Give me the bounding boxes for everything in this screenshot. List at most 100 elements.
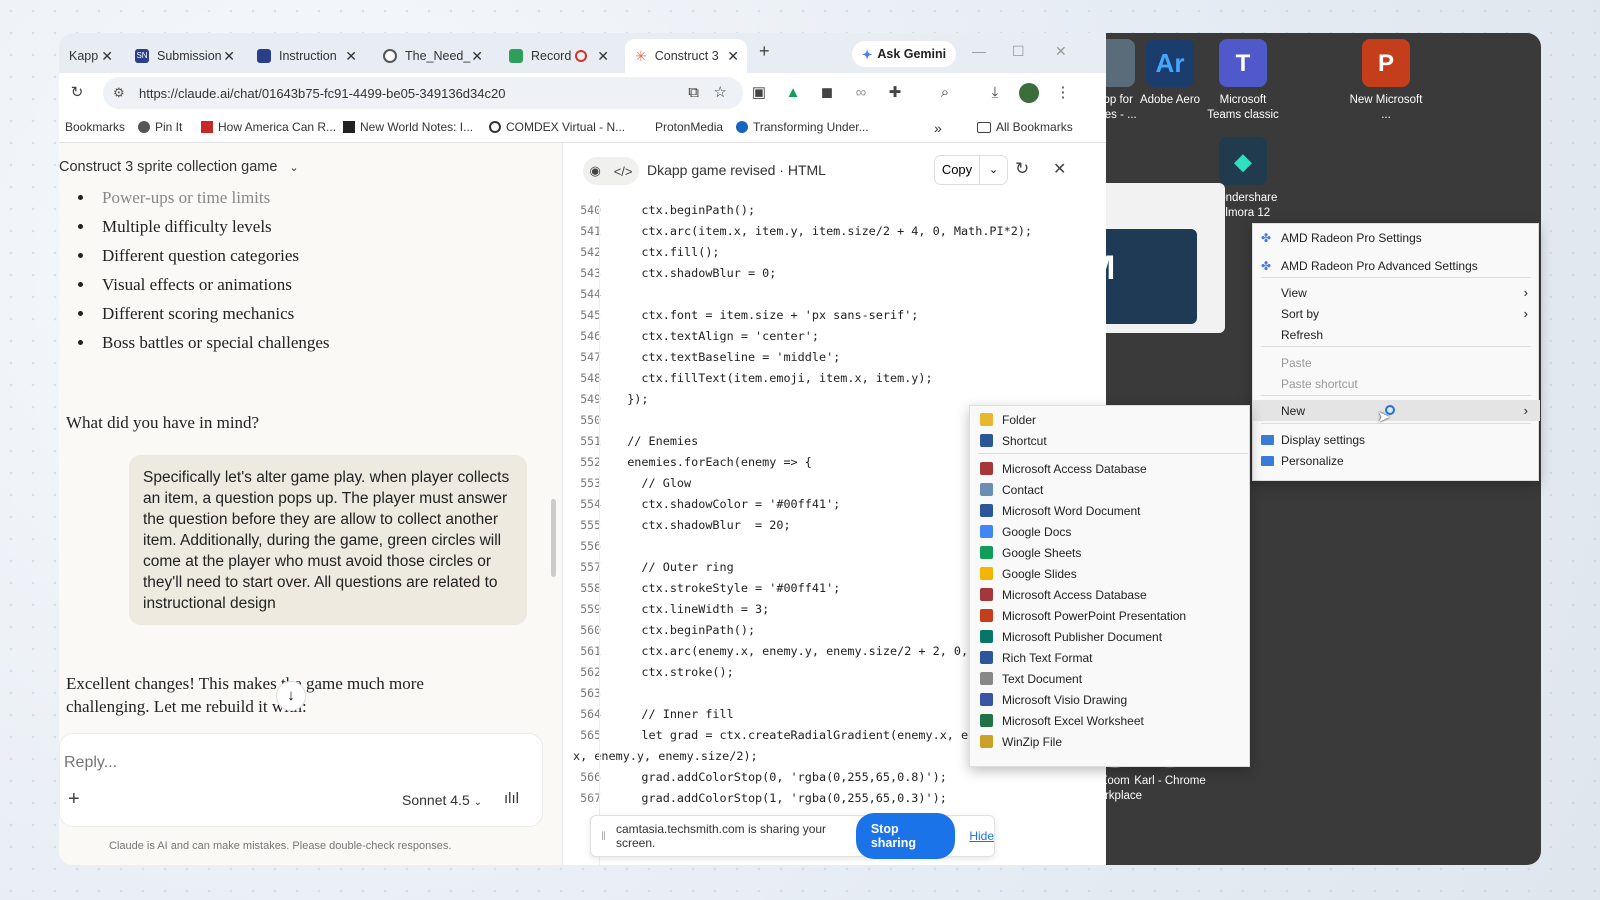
bookmark-icon — [343, 121, 355, 133]
menu-item-paste-shortcut[interactable]: Paste shortcut — [1253, 373, 1540, 394]
submenu-item[interactable]: Google Sheets — [970, 542, 1251, 563]
bookmark-item[interactable]: New World Notes: I... — [343, 120, 473, 134]
hide-button[interactable]: Hide — [969, 829, 994, 843]
bookmark-item[interactable]: ProtonMedia — [655, 120, 723, 134]
submenu-item[interactable]: Microsoft Publisher Document — [970, 626, 1251, 647]
submenu-item[interactable]: Microsoft Word Document — [970, 500, 1251, 521]
close-icon[interactable]: ✕ — [345, 48, 357, 65]
download-icon[interactable]: ⤓ — [985, 83, 1005, 103]
tab-submission[interactable]: SN Submission ✕ — [125, 39, 243, 73]
address-bar[interactable]: ⚙ https://claude.ai/chat/01643b75-fc91-4… — [103, 77, 743, 109]
extension-icon[interactable]: ∞ — [851, 83, 871, 103]
submenu-label: Microsoft Word Document — [1002, 503, 1141, 518]
menu-item-paste[interactable]: Paste — [1253, 352, 1540, 373]
close-window-button[interactable]: ✕ — [1055, 43, 1067, 60]
view-toggle[interactable]: ◉ </> — [583, 157, 639, 185]
folder-icon — [977, 121, 991, 133]
submenu-item[interactable]: Rich Text Format — [970, 647, 1251, 668]
submenu-item[interactable]: Microsoft Visio Drawing — [970, 689, 1251, 710]
close-icon[interactable]: ✕ — [101, 48, 113, 65]
ask-gemini-button[interactable]: ✦ Ask Gemini — [852, 41, 956, 67]
disclaimer: Claude is AI and can make mistakes. Plea… — [109, 840, 452, 852]
add-attachment-icon[interactable]: + — [68, 788, 80, 811]
extension-icon[interactable]: ▣ — [749, 83, 769, 103]
drag-handle-icon[interactable]: ‖ — [601, 829, 606, 843]
tab-instruction[interactable]: Instruction ✕ — [247, 39, 365, 73]
submenu-item[interactable]: Microsoft Excel Worksheet — [970, 710, 1251, 731]
close-icon[interactable]: ✕ — [471, 48, 483, 65]
submenu-item[interactable]: Contact — [970, 479, 1251, 500]
desktop-icon-new-powerpoint[interactable]: P New Microsoft ... — [1346, 39, 1426, 123]
scrollbar[interactable] — [551, 499, 556, 577]
chevron-down-icon[interactable]: ⌄ — [980, 156, 1007, 184]
close-icon[interactable]: ✕ — [727, 48, 739, 65]
desktop-icon-teams[interactable]: T Microsoft Teams classic — [1203, 39, 1283, 123]
code-line: 558 ctx.strokeStyle = '#00ff41'; — [563, 577, 840, 598]
maximize-button[interactable]: ☐ — [1012, 43, 1025, 60]
new-tab-button[interactable]: + — [759, 41, 770, 62]
puzzle-icon[interactable]: ✚ — [885, 83, 905, 103]
search-tab-icon[interactable]: ⌕ — [935, 83, 955, 103]
submenu-item[interactable]: WinZip File — [970, 731, 1251, 752]
bookmark-item[interactable]: COMDEX Virtual - N... — [489, 120, 625, 134]
submenu-item[interactable]: Text Document — [970, 668, 1251, 689]
site-info-icon[interactable]: ⚙ — [113, 85, 125, 101]
tab-the-need[interactable]: The_Need_ ✕ — [373, 39, 491, 73]
menu-item-refresh[interactable]: Refresh — [1253, 324, 1540, 345]
menu-item-view[interactable]: View › — [1253, 282, 1540, 303]
menu-item-sort-by[interactable]: Sort by › — [1253, 303, 1540, 324]
menu-item-amd-settings[interactable]: ✤ AMD Radeon Pro Settings — [1253, 227, 1540, 248]
tab-construct-3[interactable]: ✳ Construct 3 ✕ — [625, 39, 747, 73]
code-line: 546 ctx.textAlign = 'center'; — [563, 325, 819, 346]
drive-icon[interactable]: ▲ — [783, 83, 803, 103]
line-number: 565 — [580, 727, 601, 742]
minimize-button[interactable]: — — [972, 43, 986, 59]
install-app-icon[interactable]: ⧉ — [688, 84, 699, 101]
tab-kapp[interactable]: Kapp ✕ — [59, 39, 121, 73]
close-icon[interactable]: ✕ — [1053, 159, 1066, 179]
star-icon[interactable]: ☆ — [714, 83, 727, 101]
submenu-item[interactable]: Microsoft Access Database — [970, 584, 1251, 605]
bookmark-item[interactable]: How America Can R... — [201, 120, 336, 134]
code-icon[interactable]: </> — [614, 164, 633, 179]
bookmark-item[interactable]: Bookmarks — [65, 120, 125, 134]
reload-icon[interactable]: ↻ — [67, 83, 87, 103]
bookmark-item[interactable]: Transforming Under... — [736, 120, 869, 134]
all-bookmarks-button[interactable]: All Bookmarks — [977, 120, 1073, 134]
menu-icon[interactable]: ⋮ — [1053, 83, 1073, 103]
submenu-item[interactable]: Google Slides — [970, 563, 1251, 584]
close-icon[interactable]: ✕ — [223, 48, 235, 65]
menu-label: Paste — [1281, 355, 1312, 370]
submenu-label: Contact — [1002, 482, 1044, 497]
close-icon[interactable]: ✕ — [597, 48, 609, 65]
scroll-down-arrow-icon[interactable]: ↓ — [276, 681, 306, 711]
eye-icon[interactable]: ◉ — [589, 163, 600, 179]
menu-item-personalize[interactable]: Personalize — [1253, 450, 1540, 471]
submenu-item[interactable]: Microsoft Access Database — [970, 458, 1251, 479]
submenu-item[interactable]: Folder — [970, 409, 1251, 430]
extension-icon[interactable]: ◼ — [817, 83, 837, 103]
code-line: 549 }); — [563, 388, 648, 409]
menu-item-amd-advanced[interactable]: ✤ AMD Radeon Pro Advanced Settings — [1253, 255, 1540, 276]
reply-input[interactable] — [64, 754, 464, 772]
servicenow-icon: SN — [135, 49, 149, 63]
bookmark-item[interactable]: Pin It — [138, 120, 182, 134]
submenu-item[interactable]: Google Docs — [970, 521, 1251, 542]
tab-record[interactable]: Record ✕ — [499, 39, 617, 73]
avatar[interactable] — [1019, 83, 1039, 103]
desktop-icon-adobe-aero[interactable]: Ar Adobe Aero — [1130, 39, 1210, 108]
menu-item-new[interactable]: New › — [1253, 400, 1540, 421]
assistant-reply-line: Excellent changes! This makes the game m… — [66, 674, 424, 693]
menu-item-display-settings[interactable]: Display settings — [1253, 429, 1540, 450]
voice-icon[interactable]: ılıl — [504, 790, 519, 807]
refresh-icon[interactable]: ↻ — [1015, 159, 1029, 179]
conversation-title[interactable]: Construct 3 sprite collection game ⌄ — [59, 159, 299, 175]
submenu-item[interactable]: Microsoft PowerPoint Presentation — [970, 605, 1251, 626]
submenu-item[interactable]: Shortcut — [970, 430, 1251, 451]
more-bookmarks-button[interactable]: » — [934, 120, 942, 136]
desktop-icon-label: New Microsoft ... — [1349, 94, 1423, 121]
menu-label: Display settings — [1281, 432, 1366, 447]
stop-sharing-button[interactable]: Stop sharing — [855, 813, 956, 859]
copy-button[interactable]: Copy — [935, 156, 980, 184]
model-selector[interactable]: Sonnet 4.5 ⌄ — [402, 792, 482, 808]
